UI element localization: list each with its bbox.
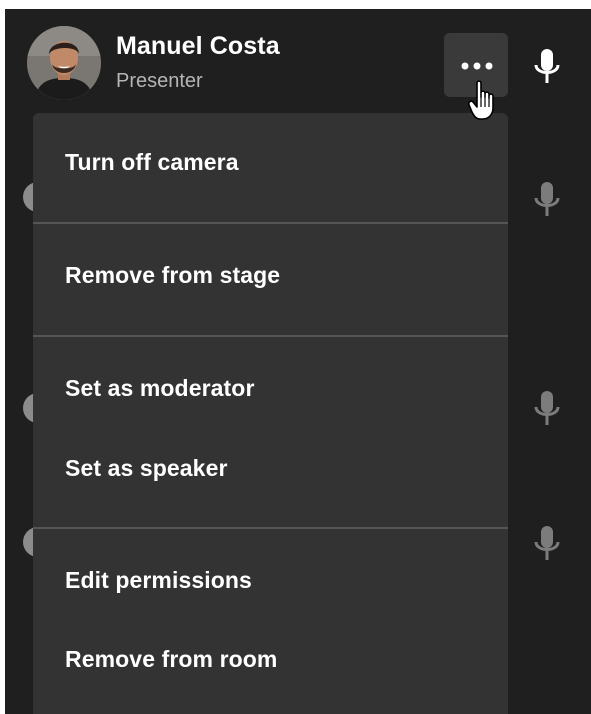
menu-item-set-as-moderator[interactable]: Set as moderator — [33, 361, 508, 421]
participant-row: Manuel Costa Presenter — [5, 9, 591, 109]
microphone-icon[interactable] — [532, 389, 562, 429]
more-horizontal-icon — [461, 62, 493, 70]
hand-pointer-icon — [468, 80, 494, 120]
microphone-icon[interactable] — [532, 47, 562, 87]
menu-divider — [33, 222, 508, 224]
menu-item-label: Set as moderator — [65, 375, 255, 401]
participants-panel: Manuel Costa Presenter Turn off camera R… — [5, 9, 591, 714]
avatar — [27, 26, 101, 100]
menu-item-label: Turn off camera — [65, 149, 239, 175]
menu-item-edit-permissions[interactable]: Edit permissions — [33, 553, 508, 613]
participant-role: Presenter — [116, 70, 203, 92]
menu-item-label: Remove from stage — [65, 262, 281, 288]
menu-item-label: Remove from room — [65, 646, 278, 672]
microphone-icon[interactable] — [532, 524, 562, 564]
menu-item-remove-from-room[interactable]: Remove from room — [33, 632, 508, 692]
menu-item-remove-from-stage[interactable]: Remove from stage — [33, 248, 508, 308]
menu-item-set-as-speaker[interactable]: Set as speaker — [33, 441, 508, 501]
menu-divider — [33, 335, 508, 337]
participant-name: Manuel Costa — [116, 32, 280, 60]
microphone-icon[interactable] — [532, 180, 562, 220]
menu-item-label: Edit permissions — [65, 567, 252, 593]
participant-options-menu: Turn off camera Remove from stage Set as… — [33, 113, 508, 714]
menu-item-label: Set as speaker — [65, 455, 228, 481]
menu-item-turn-off-camera[interactable]: Turn off camera — [33, 135, 508, 195]
menu-divider — [33, 527, 508, 529]
